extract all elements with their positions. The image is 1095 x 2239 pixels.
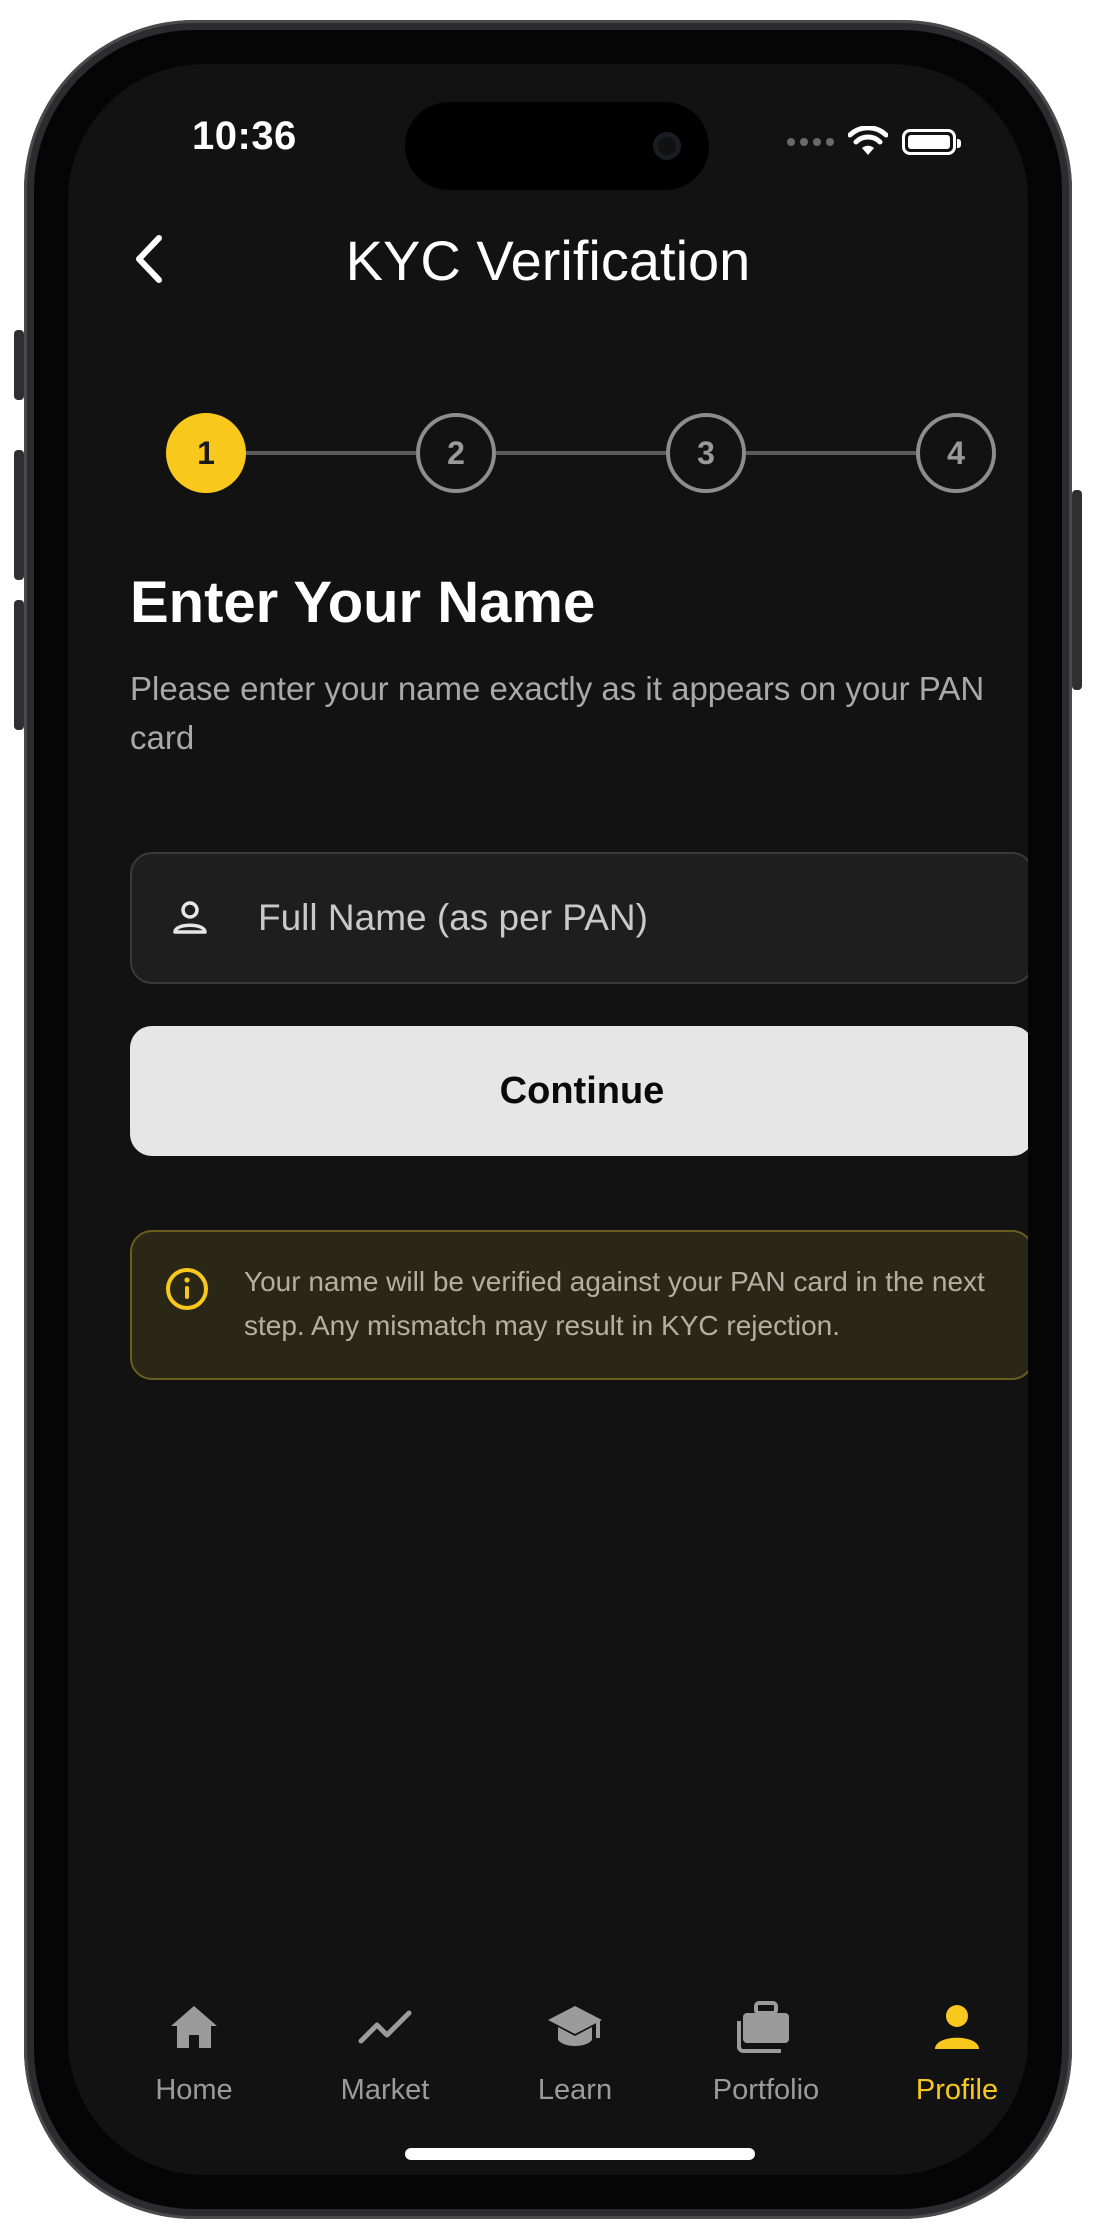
home-indicator[interactable]: [405, 2148, 755, 2160]
graduation-cap-icon: [548, 2006, 602, 2046]
tab-label: Home: [155, 2074, 233, 2106]
volume-up-button: [14, 450, 24, 580]
home-icon: [171, 2006, 217, 2048]
page-title: KYC Verification: [345, 229, 751, 292]
volume-down-button: [14, 600, 24, 730]
wifi-icon: [848, 126, 888, 155]
tab-label: Learn: [537, 2074, 613, 2106]
step-4: 4: [916, 413, 996, 493]
section-title: Enter Your Name: [130, 570, 596, 635]
info-icon: [166, 1268, 208, 1310]
phone-frame: 10:36 KYC Verification 1 2 3 4 Enter You…: [14, 20, 1082, 2219]
step-connector: [496, 451, 666, 455]
full-name-field[interactable]: [130, 852, 1028, 984]
step-3: 3: [666, 413, 746, 493]
phone-bezel: 10:36 KYC Verification 1 2 3 4 Enter You…: [34, 30, 1062, 2209]
tab-portfolio[interactable]: Portfolio: [676, 1994, 856, 2107]
tab-label: Portfolio: [712, 2074, 820, 2106]
notice-text: Your name will be verified against your …: [244, 1266, 985, 1341]
tab-profile[interactable]: Profile: [867, 1994, 1028, 2107]
status-icons: [787, 126, 961, 158]
step-connector: [246, 451, 416, 455]
full-name-input[interactable]: [258, 897, 1028, 939]
continue-button[interactable]: Continue: [130, 1026, 1028, 1156]
kyc-stepper: 1 2 3 4: [166, 413, 996, 493]
battery-icon: [902, 129, 961, 155]
tab-label: Market: [340, 2074, 430, 2106]
camera-icon: [653, 132, 681, 160]
briefcase-icon: [737, 2001, 789, 2053]
status-time: 10:36: [192, 114, 297, 158]
trending-up-icon: [358, 2010, 412, 2044]
step-connector: [746, 451, 916, 455]
power-button: [1072, 490, 1082, 690]
tab-market[interactable]: Market: [295, 1994, 475, 2107]
section-subtitle: Please enter your name exactly as it app…: [130, 670, 985, 756]
app-screen: 10:36 KYC Verification 1 2 3 4 Enter You…: [68, 64, 1028, 2175]
step-2: 2: [416, 413, 496, 493]
person-icon: [935, 2005, 979, 2049]
action-button: [14, 330, 24, 400]
person-icon: [173, 901, 207, 934]
bottom-tab-bar: Home Market Learn Portfolio Profile: [68, 1994, 1028, 2114]
dynamic-island: [405, 102, 709, 190]
verification-notice: Your name will be verified against your …: [130, 1230, 1028, 1380]
tab-label: Profile: [915, 2074, 999, 2106]
tab-home[interactable]: Home: [104, 1994, 284, 2107]
cellular-signal-icon: [787, 138, 834, 146]
step-1: 1: [166, 413, 246, 493]
tab-learn[interactable]: Learn: [485, 1994, 665, 2107]
